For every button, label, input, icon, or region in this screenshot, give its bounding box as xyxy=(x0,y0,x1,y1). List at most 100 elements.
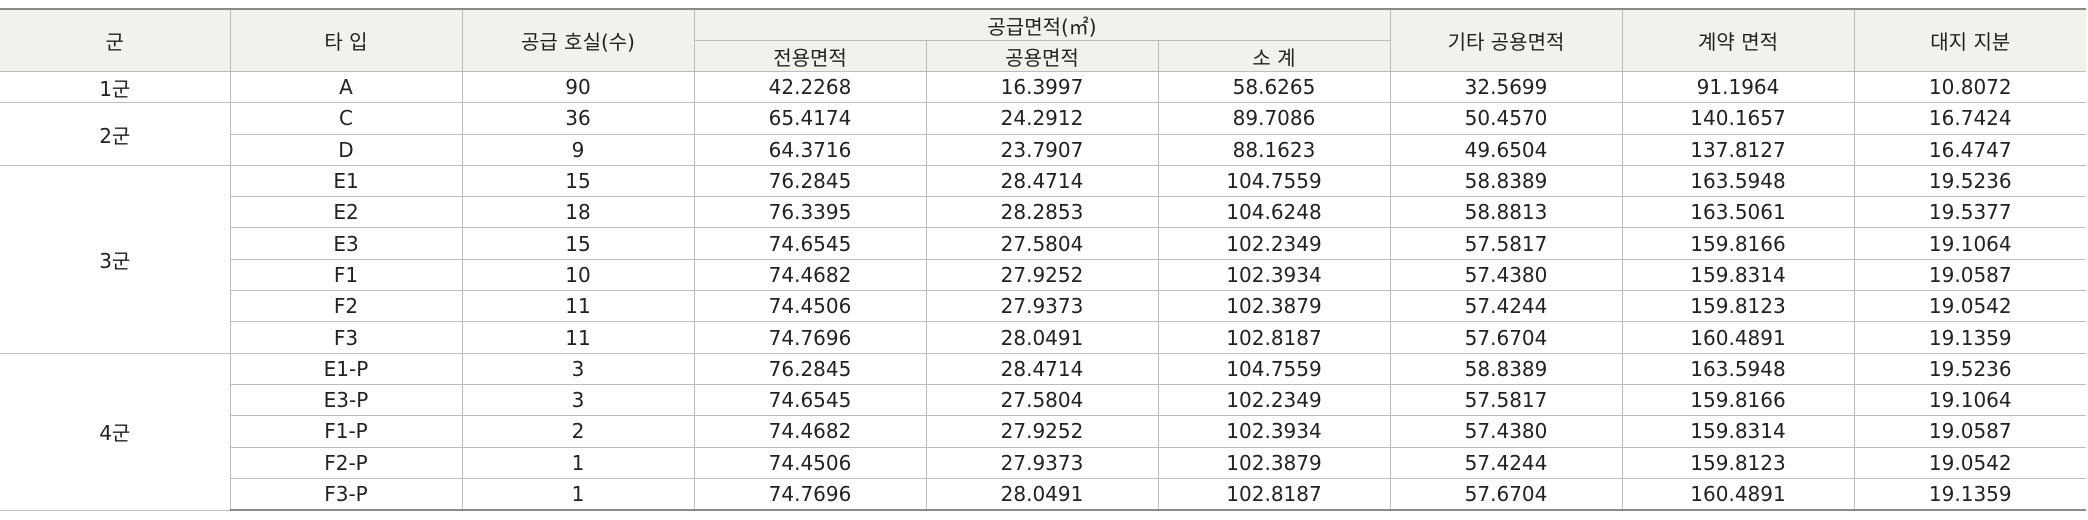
contract-area-cell: 160.4891 xyxy=(1621,477,1855,512)
type-cell: A xyxy=(229,70,463,104)
type-cell: F3-P xyxy=(230,477,463,512)
other-common-area-cell: 57.4244 xyxy=(1389,290,1623,323)
common-area-cell: 27.9252 xyxy=(925,258,1159,292)
header-group: 군 xyxy=(0,8,231,72)
subtotal-cell: 104.7559 xyxy=(1157,352,1391,385)
common-area-cell: 16.3997 xyxy=(925,70,1159,104)
common-area-cell: 28.4714 xyxy=(925,352,1159,385)
type-cell: F3 xyxy=(230,321,463,354)
subtotal-cell: 102.3879 xyxy=(1157,290,1391,323)
header-supply-area: 공급면적(㎡) xyxy=(693,8,1391,41)
units-cell: 18 xyxy=(461,196,695,229)
other-common-area-cell: 57.5817 xyxy=(1389,383,1623,417)
type-cell: D xyxy=(230,133,463,166)
common-area-cell: 24.2912 xyxy=(925,102,1159,135)
units-cell: 2 xyxy=(461,415,695,448)
header-other-common-area: 기타 공용면적 xyxy=(1389,8,1623,72)
land-share-cell: 19.1359 xyxy=(1853,477,2087,512)
group-cell: 3군 xyxy=(0,164,231,354)
other-common-area-cell: 50.4570 xyxy=(1389,102,1623,135)
exclusive-area-cell: 74.7696 xyxy=(693,321,927,354)
other-common-area-cell: 57.4380 xyxy=(1389,415,1623,448)
common-area-cell: 28.0491 xyxy=(925,477,1159,512)
land-share-cell: 19.5236 xyxy=(1853,352,2087,385)
units-cell: 11 xyxy=(461,321,695,354)
units-cell: 36 xyxy=(461,102,695,135)
other-common-area-cell: 57.6704 xyxy=(1389,477,1623,512)
other-common-area-cell: 57.6704 xyxy=(1389,321,1623,354)
exclusive-area-cell: 65.4174 xyxy=(693,102,927,135)
units-cell: 3 xyxy=(461,352,695,385)
units-cell: 3 xyxy=(461,383,695,417)
exclusive-area-cell: 74.6545 xyxy=(693,227,927,260)
exclusive-area-cell: 74.4506 xyxy=(693,290,927,323)
exclusive-area-cell: 64.3716 xyxy=(693,133,927,166)
type-cell: E3 xyxy=(230,227,463,260)
units-cell: 10 xyxy=(461,258,695,292)
land-share-cell: 16.4747 xyxy=(1853,133,2087,166)
subtotal-cell: 102.3934 xyxy=(1157,258,1391,292)
exclusive-area-cell: 42.2268 xyxy=(693,70,927,104)
subtotal-cell: 58.6265 xyxy=(1157,70,1391,104)
table-row: D 9 64.3716 23.7907 88.1623 49.6504 137.8127 16… xyxy=(0,133,2087,166)
other-common-area-cell: 57.4380 xyxy=(1389,258,1623,292)
subtotal-cell: 104.6248 xyxy=(1157,196,1391,229)
table-body: 1군 A 90 42.2268 16.3997 58.6265 32.5699 91.1964… xyxy=(0,70,2087,512)
exclusive-area-cell: 74.6545 xyxy=(693,383,927,417)
contract-area-cell: 159.8166 xyxy=(1621,227,1855,260)
units-cell: 15 xyxy=(461,164,695,198)
other-common-area-cell: 58.8813 xyxy=(1389,196,1623,229)
common-area-cell: 28.4714 xyxy=(925,164,1159,198)
land-share-cell: 19.1359 xyxy=(1853,321,2087,354)
header-subtotal: 소 계 xyxy=(1157,40,1391,72)
table-row: 4군 E1-P 3 76.2845 28.4714 104.7559 58.8389 163.… xyxy=(0,352,2087,511)
units-cell: 1 xyxy=(461,446,695,479)
land-share-cell: 19.1064 xyxy=(1853,383,2087,417)
contract-area-cell: 159.8123 xyxy=(1621,446,1855,479)
table-row: F3 11 74.7696 28.0491 102.8187 57.6704 160.489… xyxy=(0,321,2087,354)
exclusive-area-cell: 76.2845 xyxy=(693,352,927,385)
land-share-cell: 19.0587 xyxy=(1853,258,2087,292)
common-area-cell: 23.7907 xyxy=(925,133,1159,166)
common-area-cell: 28.2853 xyxy=(925,196,1159,229)
type-cell: F2 xyxy=(230,290,463,323)
type-cell: F1-P xyxy=(230,415,463,448)
common-area-cell: 27.5804 xyxy=(925,227,1159,260)
contract-area-cell: 91.1964 xyxy=(1621,70,1855,104)
common-area-cell: 27.9373 xyxy=(925,290,1159,323)
subtotal-cell: 102.3934 xyxy=(1157,415,1391,448)
supply-area-table-container: 군 타 입 공급 호실(수) 공급면적(㎡) 기타 공용면적 계약 면적 대지 … xyxy=(0,8,2087,512)
type-cell: C xyxy=(229,102,463,135)
table-row: F2 11 74.4506 27.9373 102.3879 57.4244 159.812… xyxy=(0,290,2087,323)
common-area-cell: 27.9252 xyxy=(925,415,1159,448)
exclusive-area-cell: 76.3395 xyxy=(693,196,927,229)
table-row: E2 18 76.3395 28.2853 104.6248 58.8813 163.506… xyxy=(0,196,2087,229)
exclusive-area-cell: 74.4682 xyxy=(693,258,927,292)
common-area-cell: 28.0491 xyxy=(925,321,1159,354)
common-area-cell: 27.9373 xyxy=(925,446,1159,479)
header-exclusive-area: 전용면적 xyxy=(694,40,927,72)
land-share-cell: 19.0542 xyxy=(1853,290,2087,323)
type-cell: E1-P xyxy=(229,352,463,385)
other-common-area-cell: 32.5699 xyxy=(1389,70,1623,104)
other-common-area-cell: 58.8389 xyxy=(1389,164,1623,198)
units-cell: 11 xyxy=(461,290,695,323)
subtotal-cell: 102.2349 xyxy=(1157,383,1391,417)
table-row: F1 10 74.4682 27.9252 102.3934 57.4380 159.831… xyxy=(0,258,2087,292)
subtotal-cell: 102.8187 xyxy=(1157,477,1391,512)
exclusive-area-cell: 74.4506 xyxy=(693,446,927,479)
header-units: 공급 호실(수) xyxy=(461,8,695,72)
subtotal-cell: 102.8187 xyxy=(1157,321,1391,354)
subtotal-cell: 102.2349 xyxy=(1157,227,1391,260)
header-common-area: 공용면적 xyxy=(925,40,1159,72)
table-header: 군 타 입 공급 호실(수) 공급면적(㎡) 기타 공용면적 계약 면적 대지 … xyxy=(0,8,2087,72)
table-row: 2군 C 36 65.4174 24.2912 89.7086 50.4570 140.165… xyxy=(0,102,2087,166)
contract-area-cell: 159.8123 xyxy=(1621,290,1855,323)
contract-area-cell: 140.1657 xyxy=(1621,102,1855,135)
land-share-cell: 19.5377 xyxy=(1853,196,2087,229)
other-common-area-cell: 57.5817 xyxy=(1389,227,1623,260)
land-share-cell: 19.0542 xyxy=(1853,446,2087,479)
land-share-cell: 19.1064 xyxy=(1853,227,2087,260)
supply-area-table: 군 타 입 공급 호실(수) 공급면적(㎡) 기타 공용면적 계약 면적 대지 … xyxy=(0,8,2087,512)
units-cell: 15 xyxy=(461,227,695,260)
